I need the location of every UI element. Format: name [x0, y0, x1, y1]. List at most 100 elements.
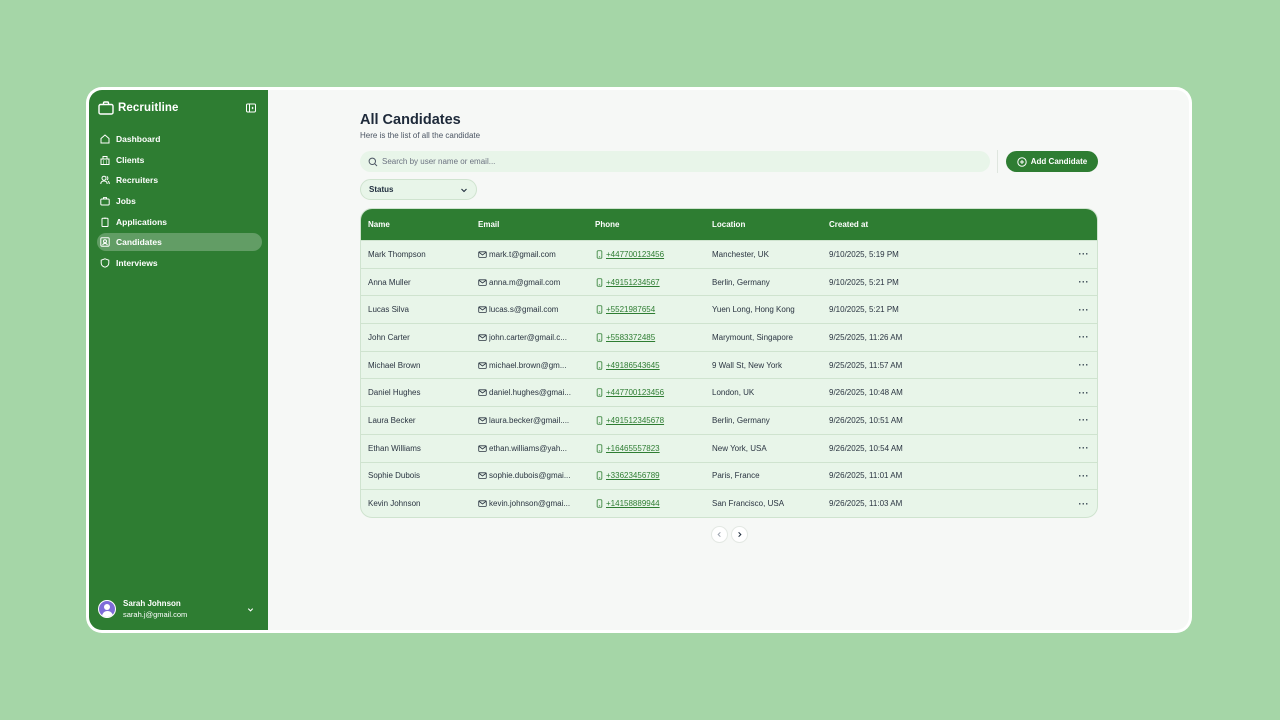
status-filter-dropdown[interactable]: Status [360, 179, 477, 200]
phone-link[interactable]: +49151234567 [606, 278, 660, 287]
candidate-email: mark.t@gmail.com [477, 250, 594, 259]
next-page-button[interactable] [730, 525, 748, 543]
phone-icon [596, 471, 603, 481]
mail-icon [478, 278, 487, 286]
candidate-location: Marymount, Singapore [712, 332, 793, 342]
sidebar: Recruitline Dashboard Clients Recruiters… [89, 90, 268, 630]
sidebar-item-interviews[interactable]: Interviews [97, 254, 260, 272]
candidate-phone: +49186543645 [594, 361, 711, 370]
sidebar-item-dashboard[interactable]: Dashboard [97, 130, 260, 148]
briefcase-icon [100, 197, 110, 206]
candidate-name: Sophie Dubois [368, 471, 421, 481]
row-actions-icon[interactable]: ··· [1079, 471, 1090, 481]
mail-icon [478, 306, 487, 314]
row-actions-icon[interactable]: ··· [1079, 415, 1090, 425]
chevron-right-icon [737, 531, 742, 537]
table-row[interactable]: Laura Becker laura.becker@gmail.... +49151… [361, 406, 1097, 434]
phone-icon [596, 333, 603, 342]
phone-link[interactable]: +5583372485 [606, 333, 655, 342]
candidate-phone: +49151234567 [594, 278, 711, 287]
phone-icon [596, 416, 603, 425]
phone-icon [596, 250, 603, 259]
home-icon [100, 134, 110, 144]
sidebar-item-clients[interactable]: Clients [97, 151, 260, 169]
candidate-email: john.carter@gmail.c... [477, 333, 594, 342]
table-row[interactable]: Ethan Williams ethan.williams@yah... +1646… [361, 433, 1097, 462]
candidate-created-at: 9/26/2025, 10:48 AM [829, 388, 903, 398]
table-row[interactable]: John Carter john.carter@gmail.c... +558337… [361, 323, 1097, 351]
row-actions-icon[interactable]: ··· [1079, 443, 1090, 453]
candidate-location: Yuen Long, Hong Kong [712, 305, 795, 315]
row-actions-icon[interactable]: ··· [1079, 499, 1090, 509]
candidate-email-text: sophie.dubois@gmai... [489, 471, 571, 481]
sidebar-item-label: Candidates [116, 237, 162, 248]
candidate-phone: +33623456789 [594, 471, 711, 480]
phone-icon [596, 305, 603, 314]
user-profile[interactable]: Sarah Johnson sarah.j@gmail.com [98, 598, 259, 620]
table-row[interactable]: Lucas Silva lucas.s@gmail.com +5521987654 Y… [361, 295, 1097, 323]
candidate-email-text: john.carter@gmail.c... [489, 332, 567, 342]
briefcase-logo-icon [98, 101, 114, 115]
column-header-created-at[interactable]: Created at [827, 220, 1027, 229]
column-header-phone[interactable]: Phone [594, 220, 711, 229]
table-row[interactable]: Mark Thompson mark.t@gmail.com +4477001234… [361, 240, 1097, 268]
prev-page-button[interactable] [710, 525, 728, 543]
chevron-down-icon[interactable] [246, 605, 255, 614]
sidebar-item-jobs[interactable]: Jobs [97, 192, 260, 210]
mail-icon [478, 334, 487, 341]
column-header-location[interactable]: Location [711, 220, 827, 229]
phone-link[interactable]: +5521987654 [606, 305, 655, 314]
sidebar-item-label: Jobs [116, 196, 136, 207]
table-row[interactable]: Daniel Hughes daniel.hughes@gmai... +44770… [361, 378, 1097, 406]
sidebar-item-recruiters[interactable]: Recruiters [97, 171, 260, 189]
mail-icon [478, 417, 487, 424]
candidate-phone: +14158889944 [594, 499, 711, 508]
table-row[interactable]: Anna Muller anna.m@gmail.com +49151234567 B… [361, 267, 1097, 296]
pagination [360, 525, 1098, 543]
candidate-created-at: 9/25/2025, 11:26 AM [829, 332, 903, 342]
table-row[interactable]: Kevin Johnson kevin.johnson@gmai... +14158… [361, 489, 1097, 517]
main-content: All Candidates Here is the list of all t… [268, 90, 1189, 630]
candidate-email: kevin.johnson@gmai... [477, 499, 594, 508]
row-actions-icon[interactable]: ··· [1079, 305, 1090, 315]
column-header-email[interactable]: Email [477, 220, 594, 229]
phone-link[interactable]: +16465557823 [606, 444, 660, 453]
phone-link[interactable]: +447700123456 [606, 250, 664, 259]
phone-link[interactable]: +447700123456 [606, 388, 664, 397]
contact-card-icon [100, 237, 110, 248]
phone-link[interactable]: +33623456789 [606, 471, 660, 480]
sidebar-collapse-icon[interactable] [246, 103, 256, 113]
row-actions-icon[interactable]: ··· [1079, 249, 1090, 259]
row-actions-icon[interactable]: ··· [1079, 277, 1090, 287]
row-actions-icon[interactable]: ··· [1079, 332, 1090, 342]
phone-icon [596, 388, 603, 397]
row-actions-icon[interactable]: ··· [1079, 360, 1090, 370]
phone-link[interactable]: +14158889944 [606, 499, 660, 508]
mail-icon [478, 472, 487, 480]
mail-icon [478, 361, 487, 369]
search-input[interactable] [382, 157, 972, 166]
add-candidate-button[interactable]: Add Candidate [1006, 151, 1098, 172]
sidebar-item-applications[interactable]: Applications [97, 213, 260, 231]
page-title: All Candidates [360, 112, 461, 128]
phone-link[interactable]: +49186543645 [606, 361, 660, 370]
candidate-name: Laura Becker [368, 415, 416, 425]
clipboard-icon [101, 217, 109, 227]
table-header: Name Email Phone Location Created at [361, 209, 1097, 240]
candidate-email: ethan.williams@yah... [477, 444, 594, 453]
column-header-name[interactable]: Name [361, 220, 477, 229]
row-actions-icon[interactable]: ··· [1079, 388, 1090, 398]
candidate-phone: +447700123456 [594, 250, 711, 259]
candidate-name: Kevin Johnson [368, 499, 421, 509]
candidate-email-text: lucas.s@gmail.com [489, 305, 559, 315]
search-bar[interactable] [360, 151, 990, 172]
table-row[interactable]: Sophie Dubois sophie.dubois@gmai... +33623… [361, 461, 1097, 490]
table-row[interactable]: Michael Brown michael.brown@gm... +4918654… [361, 350, 1097, 379]
sidebar-item-candidates[interactable]: Candidates [97, 233, 262, 252]
mail-icon [478, 389, 487, 397]
phone-link[interactable]: +491512345678 [606, 416, 664, 425]
mail-icon [478, 445, 487, 452]
candidate-name: Lucas Silva [368, 305, 409, 315]
candidate-location: Manchester, UK [712, 249, 769, 259]
avatar [98, 600, 116, 618]
